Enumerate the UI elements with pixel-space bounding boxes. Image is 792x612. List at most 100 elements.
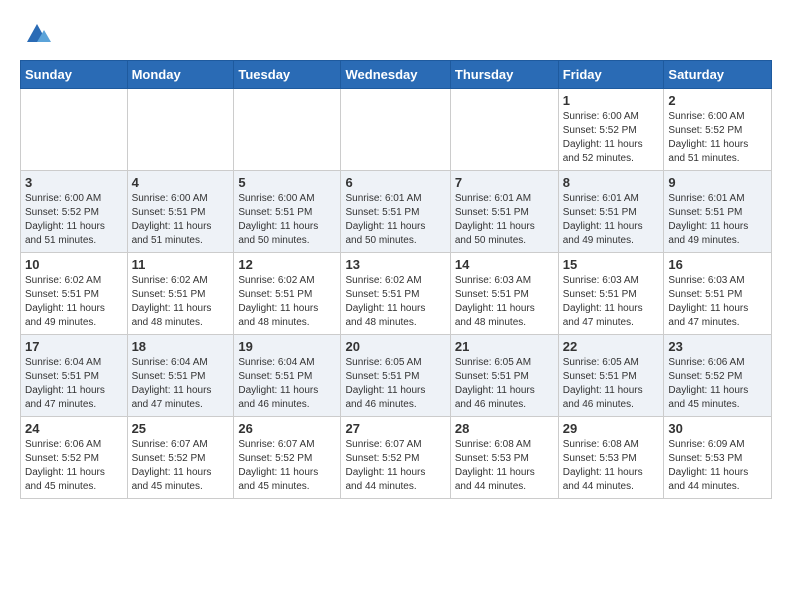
calendar-cell: 30Sunrise: 6:09 AM Sunset: 5:53 PM Dayli… [664, 417, 772, 499]
day-info: Sunrise: 6:07 AM Sunset: 5:52 PM Dayligh… [345, 438, 445, 494]
logo [20, 20, 52, 48]
day-number: 12 [238, 257, 336, 272]
day-number: 15 [563, 257, 660, 272]
day-number: 27 [345, 421, 445, 436]
day-info: Sunrise: 6:05 AM Sunset: 5:51 PM Dayligh… [455, 356, 554, 412]
day-number: 7 [455, 175, 554, 190]
calendar-week-row: 10 Sunrise: 6:02 AM Sunset: 5:51 PM Dayli… [21, 253, 772, 335]
calendar-week-row: 24 Sunrise: 6:06 AM Sunset: 5:52 PM Dayli… [21, 417, 772, 499]
header [20, 20, 772, 48]
logo-icon [22, 20, 52, 48]
day-number: 26 [238, 421, 336, 436]
day-info: Sunrise: 6:07 AM Sunset: 5:52 PM Dayligh… [238, 438, 336, 494]
day-number: 9 [668, 175, 767, 190]
day-number: 14 [455, 257, 554, 272]
calendar-cell: 28 Sunrise: 6:08 AM Sunset: 5:53 PM Dayli… [450, 417, 558, 499]
day-number: 29 [563, 421, 660, 436]
calendar-cell [341, 89, 450, 171]
weekday-header-monday: Monday [127, 61, 234, 89]
day-info: Sunrise: 6:04 AM Sunset: 5:51 PM Dayligh… [25, 356, 123, 412]
calendar-cell: 5Sunrise: 6:00 AM Sunset: 5:51 PM Daylig… [234, 171, 341, 253]
calendar-week-row: 3Sunrise: 6:00 AM Sunset: 5:52 PM Daylig… [21, 171, 772, 253]
weekday-header-thursday: Thursday [450, 61, 558, 89]
calendar-cell: 20 Sunrise: 6:05 AM Sunset: 5:51 PM Dayli… [341, 335, 450, 417]
calendar-cell: 22 Sunrise: 6:05 AM Sunset: 5:51 PM Dayli… [558, 335, 664, 417]
day-number: 22 [563, 339, 660, 354]
calendar-cell: 23 Sunrise: 6:06 AM Sunset: 5:52 PM Dayli… [664, 335, 772, 417]
day-number: 11 [132, 257, 230, 272]
calendar-cell [21, 89, 128, 171]
day-info: Sunrise: 6:06 AM Sunset: 5:52 PM Dayligh… [668, 356, 767, 412]
day-number: 24 [25, 421, 123, 436]
day-info: Sunrise: 6:01 AM Sunset: 5:51 PM Dayligh… [668, 192, 767, 248]
day-number: 3 [25, 175, 123, 190]
day-number: 10 [25, 257, 123, 272]
calendar-cell: 29 Sunrise: 6:08 AM Sunset: 5:53 PM Dayli… [558, 417, 664, 499]
calendar-cell: 24 Sunrise: 6:06 AM Sunset: 5:52 PM Dayli… [21, 417, 128, 499]
day-info: Sunrise: 6:05 AM Sunset: 5:51 PM Dayligh… [345, 356, 445, 412]
calendar-cell: 10Sunrise: 6:02 AM Sunset: 5:51 PM Dayli… [21, 253, 128, 335]
weekday-header-friday: Friday [558, 61, 664, 89]
day-number: 30 [668, 421, 767, 436]
day-info: Sunrise: 6:03 AM Sunset: 5:51 PM Dayligh… [455, 274, 554, 330]
day-info: Sunrise: 6:04 AM Sunset: 5:51 PM Dayligh… [132, 356, 230, 412]
calendar-cell: 27 Sunrise: 6:07 AM Sunset: 5:52 PM Dayli… [341, 417, 450, 499]
calendar-cell: 14 Sunrise: 6:03 AM Sunset: 5:51 PM Dayli… [450, 253, 558, 335]
day-info: Sunrise: 6:06 AM Sunset: 5:52 PM Dayligh… [25, 438, 123, 494]
calendar-week-row: 1 Sunrise: 6:00 AM Sunset: 5:52 PM Daylig… [21, 89, 772, 171]
day-number: 8 [563, 175, 660, 190]
day-number: 21 [455, 339, 554, 354]
day-number: 18 [132, 339, 230, 354]
calendar-cell: 26 Sunrise: 6:07 AM Sunset: 5:52 PM Dayli… [234, 417, 341, 499]
day-number: 28 [455, 421, 554, 436]
day-number: 4 [132, 175, 230, 190]
day-info: Sunrise: 6:02 AM Sunset: 5:51 PM Dayligh… [132, 274, 230, 330]
day-info: Sunrise: 6:00 AM Sunset: 5:51 PM Dayligh… [132, 192, 230, 248]
day-number: 1 [563, 93, 660, 108]
day-number: 16 [668, 257, 767, 272]
day-number: 19 [238, 339, 336, 354]
day-info: Sunrise: 6:03 AM Sunset: 5:51 PM Dayligh… [668, 274, 767, 330]
day-info: Sunrise: 6:00 AM Sunset: 5:52 PM Dayligh… [563, 110, 660, 166]
calendar-cell: 21 Sunrise: 6:05 AM Sunset: 5:51 PM Dayli… [450, 335, 558, 417]
day-number: 13 [345, 257, 445, 272]
day-number: 23 [668, 339, 767, 354]
calendar-cell: 18 Sunrise: 6:04 AM Sunset: 5:51 PM Dayli… [127, 335, 234, 417]
weekday-header-tuesday: Tuesday [234, 61, 341, 89]
calendar-cell: 12 Sunrise: 6:02 AM Sunset: 5:51 PM Dayli… [234, 253, 341, 335]
page: SundayMondayTuesdayWednesdayThursdayFrid… [0, 0, 792, 509]
day-info: Sunrise: 6:01 AM Sunset: 5:51 PM Dayligh… [455, 192, 554, 248]
day-info: Sunrise: 6:08 AM Sunset: 5:53 PM Dayligh… [455, 438, 554, 494]
day-info: Sunrise: 6:05 AM Sunset: 5:51 PM Dayligh… [563, 356, 660, 412]
calendar-cell: 17 Sunrise: 6:04 AM Sunset: 5:51 PM Dayli… [21, 335, 128, 417]
calendar-cell: 16 Sunrise: 6:03 AM Sunset: 5:51 PM Dayli… [664, 253, 772, 335]
day-number: 5 [238, 175, 336, 190]
calendar-cell: 1 Sunrise: 6:00 AM Sunset: 5:52 PM Daylig… [558, 89, 664, 171]
day-info: Sunrise: 6:03 AM Sunset: 5:51 PM Dayligh… [563, 274, 660, 330]
calendar-cell: 3Sunrise: 6:00 AM Sunset: 5:52 PM Daylig… [21, 171, 128, 253]
calendar-cell: 4 Sunrise: 6:00 AM Sunset: 5:51 PM Daylig… [127, 171, 234, 253]
day-info: Sunrise: 6:01 AM Sunset: 5:51 PM Dayligh… [563, 192, 660, 248]
calendar-cell [450, 89, 558, 171]
calendar-cell: 13 Sunrise: 6:02 AM Sunset: 5:51 PM Dayli… [341, 253, 450, 335]
day-info: Sunrise: 6:02 AM Sunset: 5:51 PM Dayligh… [238, 274, 336, 330]
day-info: Sunrise: 6:08 AM Sunset: 5:53 PM Dayligh… [563, 438, 660, 494]
weekday-header-saturday: Saturday [664, 61, 772, 89]
calendar-cell: 25 Sunrise: 6:07 AM Sunset: 5:52 PM Dayli… [127, 417, 234, 499]
weekday-header-wednesday: Wednesday [341, 61, 450, 89]
calendar-cell: 19Sunrise: 6:04 AM Sunset: 5:51 PM Dayli… [234, 335, 341, 417]
calendar-cell [127, 89, 234, 171]
day-number: 17 [25, 339, 123, 354]
day-info: Sunrise: 6:00 AM Sunset: 5:52 PM Dayligh… [668, 110, 767, 166]
calendar-table: SundayMondayTuesdayWednesdayThursdayFrid… [20, 60, 772, 499]
weekday-header-sunday: Sunday [21, 61, 128, 89]
day-number: 2 [668, 93, 767, 108]
calendar-cell: 6Sunrise: 6:01 AM Sunset: 5:51 PM Daylig… [341, 171, 450, 253]
day-info: Sunrise: 6:02 AM Sunset: 5:51 PM Dayligh… [345, 274, 445, 330]
day-number: 25 [132, 421, 230, 436]
weekday-header-row: SundayMondayTuesdayWednesdayThursdayFrid… [21, 61, 772, 89]
calendar-cell: 9 Sunrise: 6:01 AM Sunset: 5:51 PM Daylig… [664, 171, 772, 253]
calendar-cell: 15 Sunrise: 6:03 AM Sunset: 5:51 PM Dayli… [558, 253, 664, 335]
day-number: 20 [345, 339, 445, 354]
day-info: Sunrise: 6:07 AM Sunset: 5:52 PM Dayligh… [132, 438, 230, 494]
